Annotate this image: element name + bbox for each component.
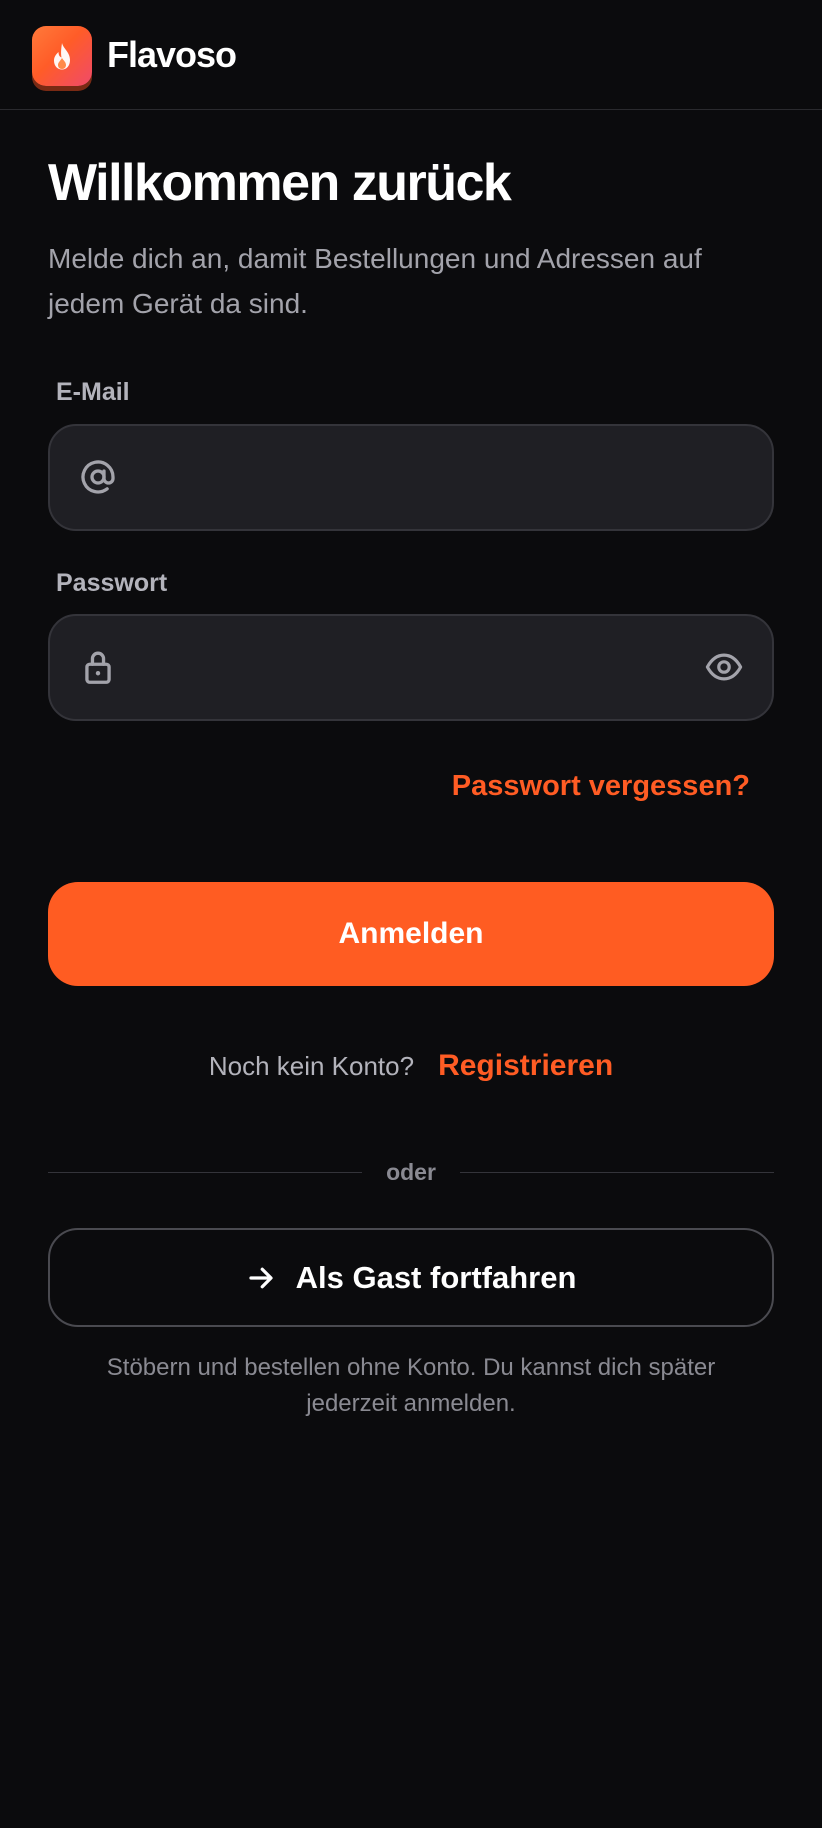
register-prompt: Noch kein Konto? Registrieren <box>0 1046 822 1086</box>
guest-note: Stöbern und bestellen ohne Konto. Du kan… <box>106 1354 716 1417</box>
email-label: E-Mail <box>56 378 130 406</box>
brand-name: Flavoso <box>107 34 237 75</box>
at-sign-icon <box>80 459 116 495</box>
password-input[interactable] <box>132 616 696 721</box>
flame-icon <box>54 43 70 70</box>
page-subtitle: Melde dich an, damit Bestellungen und Ad… <box>48 243 702 319</box>
divider-line-right <box>460 1172 774 1173</box>
email-field[interactable] <box>48 424 774 531</box>
guest-button-label: Als Gast fortfahren <box>295 1259 577 1295</box>
password-label: Passwort <box>56 569 168 597</box>
register-link[interactable]: Registrieren <box>438 1049 613 1083</box>
or-divider: oder <box>48 1154 774 1190</box>
app-header: Flavoso <box>0 0 822 110</box>
no-account-text: Noch kein Konto? <box>208 1050 415 1081</box>
login-button[interactable]: Anmelden <box>48 882 774 986</box>
eye-icon <box>705 653 743 681</box>
lock-icon <box>80 649 116 685</box>
arrow-right-icon <box>248 1267 273 1288</box>
page-title: Willkommen zurück <box>48 154 512 212</box>
continue-as-guest-button[interactable]: Als Gast fortfahren <box>48 1228 774 1327</box>
forgot-password-link[interactable]: Passwort vergessen? <box>452 766 750 806</box>
password-field[interactable] <box>48 614 774 721</box>
show-password-toggle[interactable] <box>704 649 744 685</box>
brand-logo[interactable] <box>32 26 92 86</box>
email-input[interactable] <box>132 426 696 531</box>
